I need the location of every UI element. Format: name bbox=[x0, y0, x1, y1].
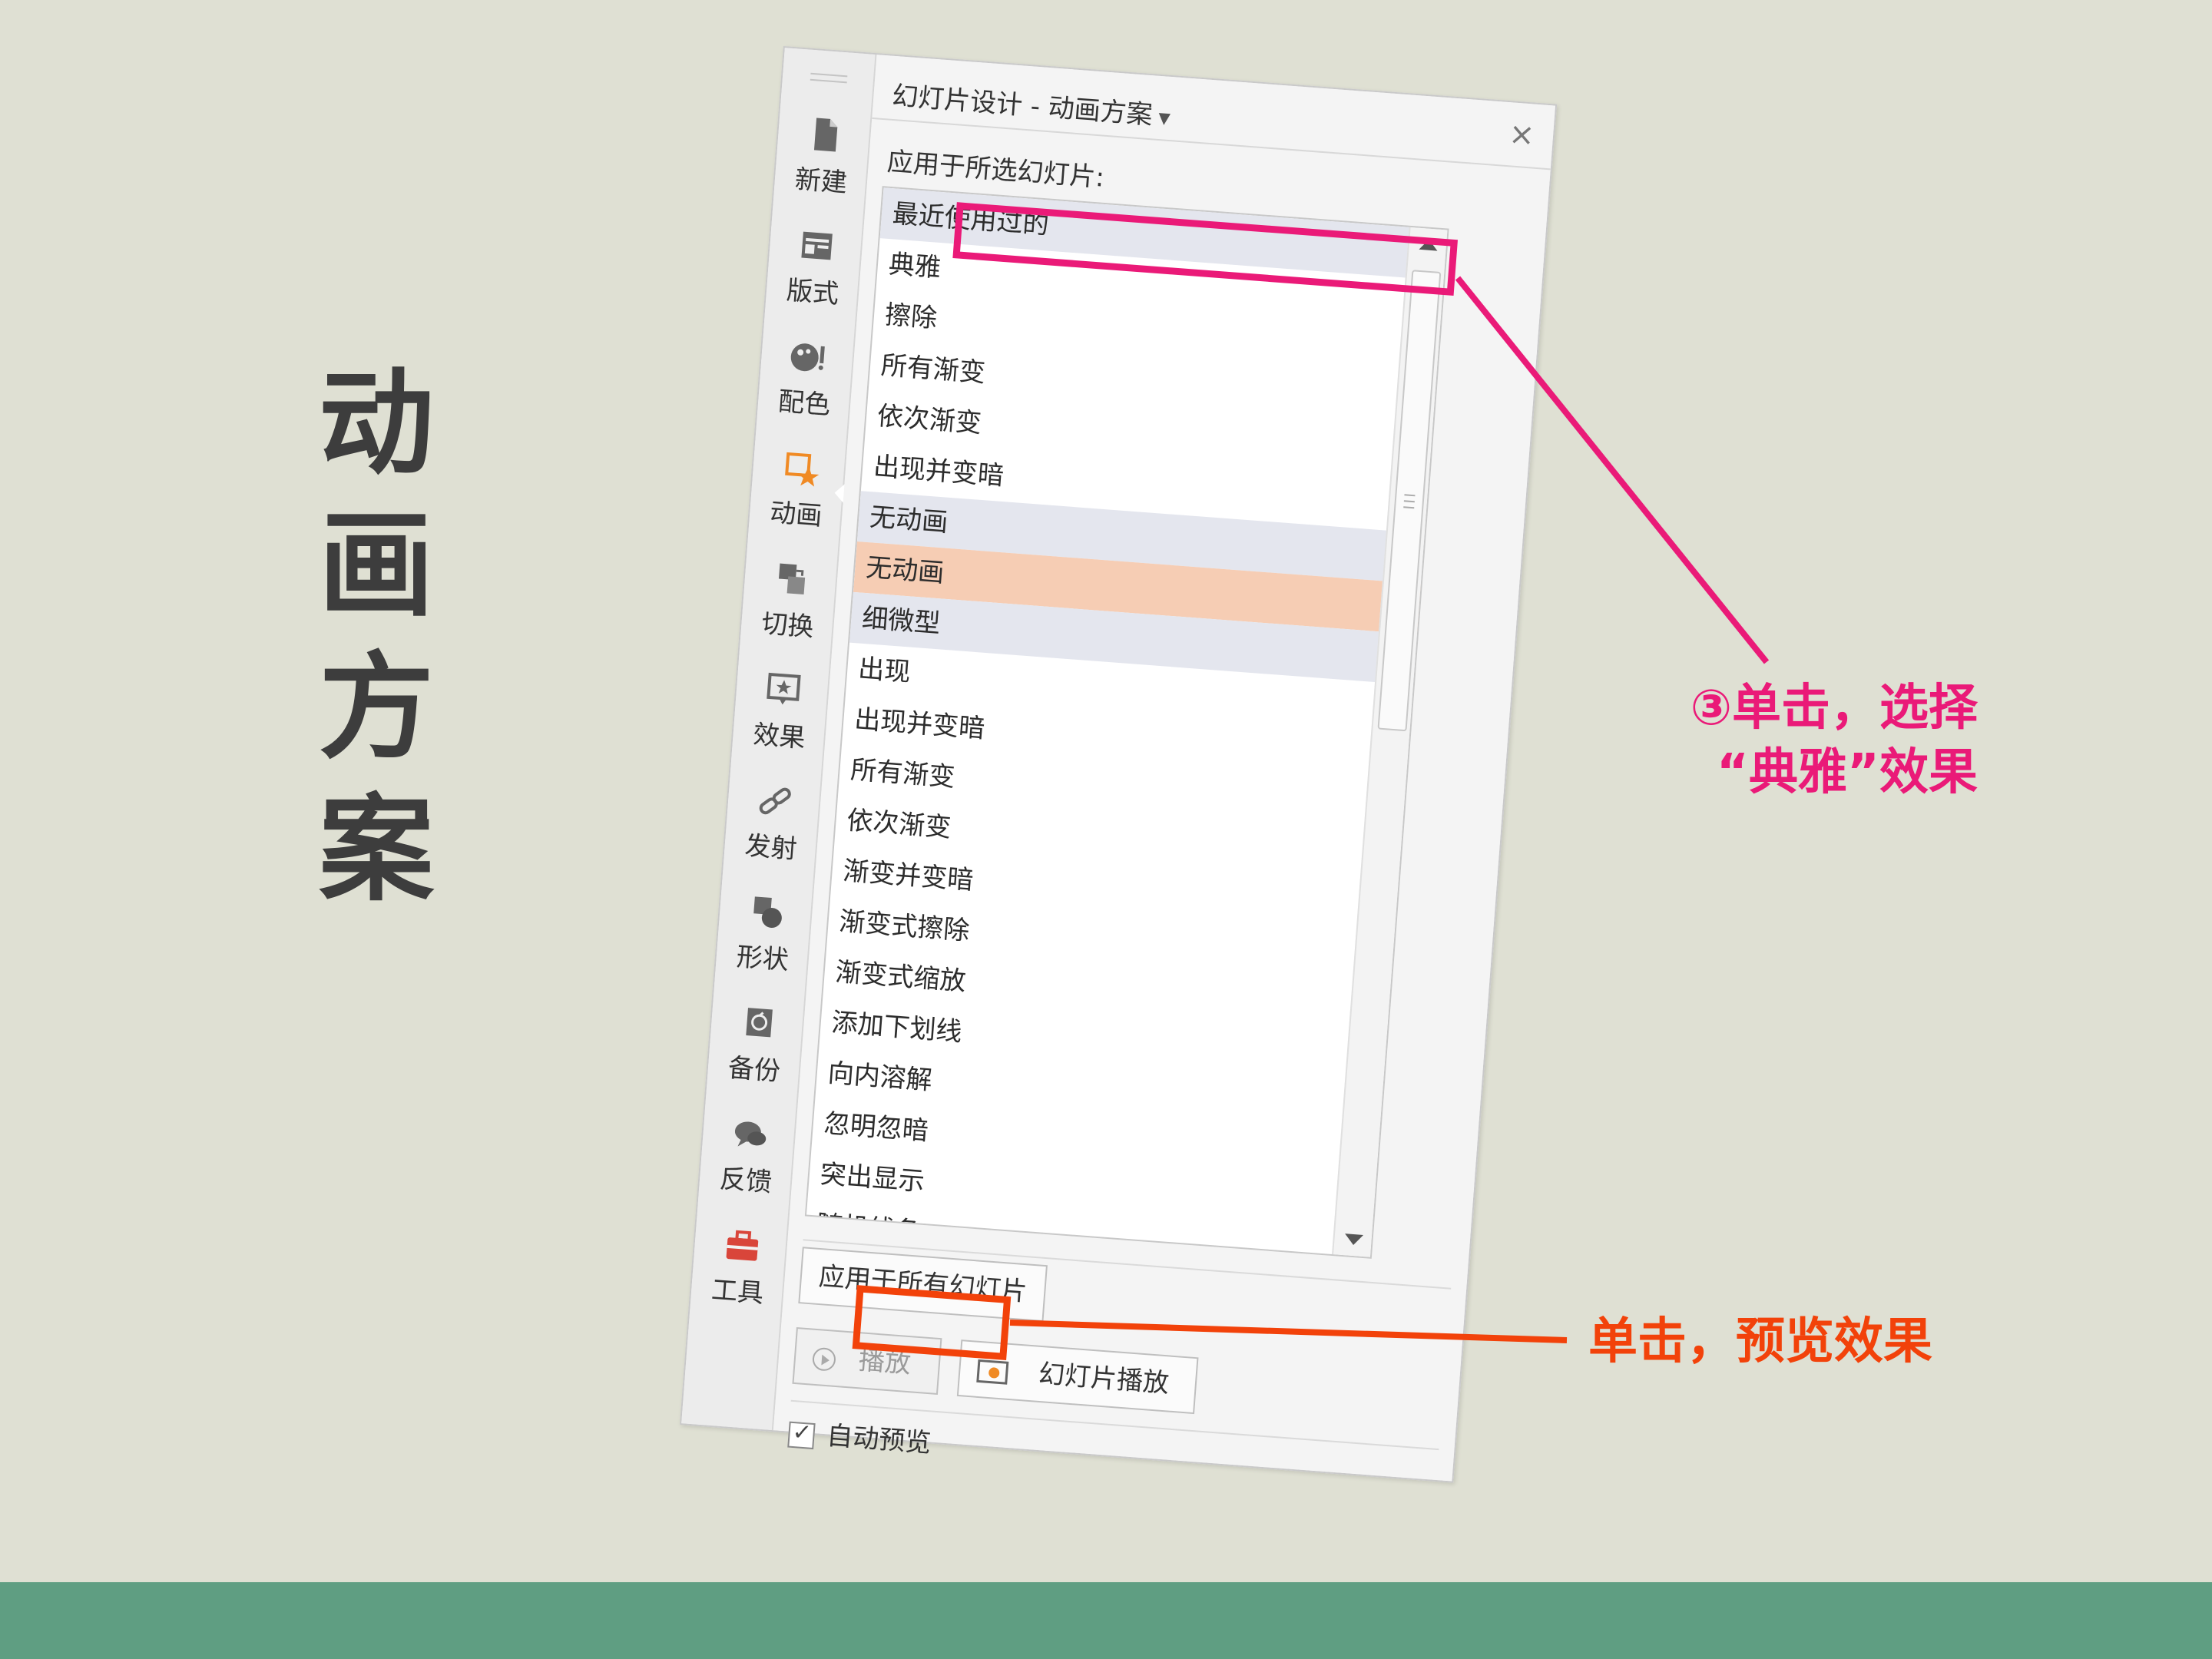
callout-line-play bbox=[1009, 1320, 1568, 1343]
annotation-select-dianya: ③单击，选择 “典雅”效果 bbox=[1640, 676, 1978, 805]
callout-line-dianya bbox=[1455, 276, 1770, 664]
highlight-box-dianya bbox=[952, 202, 1459, 296]
annotation-overlay bbox=[852, 202, 1770, 1361]
annotation-preview: 单击，预览效果 bbox=[1588, 1313, 1932, 1370]
annotation-line: ③单击，选择 bbox=[1690, 680, 1978, 737]
highlight-box-play bbox=[852, 1285, 1012, 1361]
annotation-line: “典雅”效果 bbox=[1716, 744, 1978, 801]
